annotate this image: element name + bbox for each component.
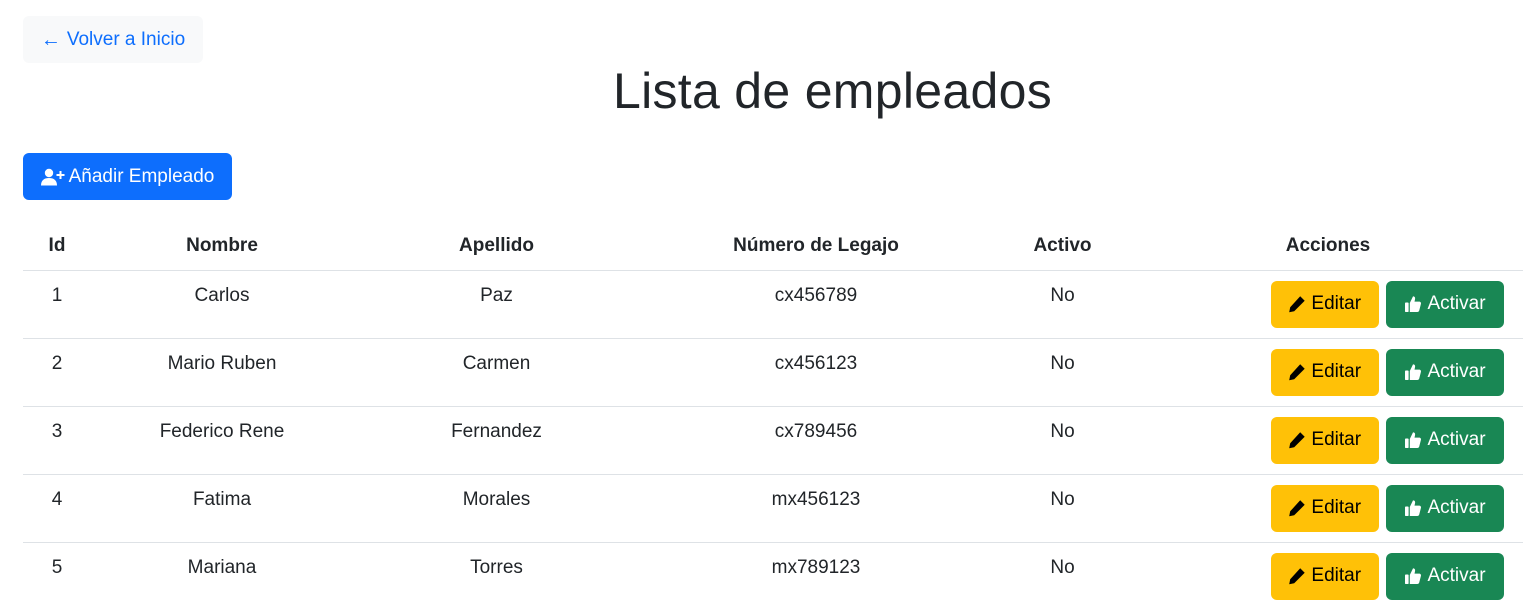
cell-legajo: mx789123	[771, 556, 861, 578]
cell-apellido: Paz	[353, 270, 640, 339]
edit-label: Editar	[1311, 429, 1362, 450]
cell-id: 5	[51, 556, 63, 578]
add-employee-label: Añadir Empleado	[68, 165, 215, 187]
activate-label: Activar	[1427, 497, 1486, 518]
edit-button[interactable]: Editar	[1270, 416, 1379, 464]
back-to-home-label: Volver a Inicio	[66, 28, 186, 50]
cell-apellido: Carmen	[353, 338, 640, 407]
edit-label: Editar	[1311, 497, 1362, 518]
activate-button[interactable]: Activar	[1386, 280, 1504, 328]
cell-acciones: Editar Activar	[1133, 338, 1523, 407]
pencil-icon	[1289, 500, 1306, 517]
edit-button[interactable]: Editar	[1270, 348, 1379, 396]
cell-nombre: Carlos	[91, 270, 353, 339]
edit-label: Editar	[1311, 361, 1362, 382]
cell-apellido: Morales	[353, 474, 640, 543]
header-activo: Activo	[992, 222, 1133, 271]
table-row: 5 Mariana Torres mx789123 No Editar Acti…	[23, 542, 1523, 610]
header-apellido: Apellido	[353, 222, 640, 271]
cell-activo: No	[992, 338, 1133, 407]
cell-apellido: Fernandez	[353, 406, 640, 475]
pencil-icon	[1289, 364, 1306, 381]
edit-label: Editar	[1311, 565, 1362, 586]
cell-acciones: Editar Activar	[1133, 270, 1523, 339]
cell-legajo: mx456123	[640, 474, 992, 543]
activate-button[interactable]: Activar	[1386, 348, 1504, 396]
page-title: Lista de empleados	[612, 63, 1053, 119]
cell-id: 1	[23, 270, 91, 339]
back-to-home-button[interactable]: ← Volver a Inicio	[23, 16, 203, 63]
thumbs-up-icon	[1405, 296, 1422, 312]
page: ← Volver a Inicio Lista de empleados Aña…	[0, 0, 1523, 610]
cell-nombre: Federico Rene	[91, 406, 353, 475]
cell-nombre: Mario Ruben	[91, 338, 353, 407]
add-employee-button[interactable]: Añadir Empleado	[23, 153, 232, 200]
activate-button[interactable]: Activar	[1386, 416, 1504, 464]
header-id: Id	[23, 222, 91, 271]
activate-label: Activar	[1427, 361, 1486, 382]
cell-id: 4	[23, 474, 91, 543]
header-legajo: Número de Legajo	[640, 222, 992, 271]
cell-legajo: cx456123	[640, 338, 992, 407]
edit-label: Editar	[1311, 293, 1362, 314]
activate-label: Activar	[1427, 565, 1486, 586]
thumbs-up-icon	[1405, 364, 1422, 380]
activate-label: Activar	[1427, 293, 1486, 314]
cell-nombre: Mariana	[187, 556, 257, 578]
table-row: 2 Mario Ruben Carmen cx456123 No Editar …	[23, 338, 1523, 407]
edit-button[interactable]: Editar	[1270, 552, 1379, 600]
thumbs-up-icon	[1405, 432, 1422, 448]
table-row: 3 Federico Rene Fernandez cx789456 No Ed…	[23, 406, 1523, 475]
table-row: 4 Fatima Morales mx456123 No Editar Acti…	[23, 474, 1523, 543]
table-row: 1 Carlos Paz cx456789 No Editar Activar	[23, 270, 1523, 339]
thumbs-up-icon	[1405, 500, 1422, 516]
header-nombre: Nombre	[91, 222, 353, 271]
cell-id: 2	[23, 338, 91, 407]
employees-table: Id Nombre Apellido Número de Legajo Acti…	[23, 222, 1523, 610]
cell-acciones: Editar Activar	[1133, 474, 1523, 543]
pencil-icon	[1289, 568, 1306, 585]
cell-activo: No	[992, 406, 1133, 475]
thumbs-up-icon	[1405, 568, 1422, 584]
cell-id: 3	[23, 406, 91, 475]
pencil-icon	[1289, 432, 1306, 449]
cell-acciones: Editar Activar	[1133, 406, 1523, 475]
edit-button[interactable]: Editar	[1270, 484, 1379, 532]
cell-nombre: Fatima	[91, 474, 353, 543]
table-header-row: Id Nombre Apellido Número de Legajo Acti…	[23, 222, 1523, 271]
cell-activo: No	[992, 474, 1133, 543]
activate-button[interactable]: Activar	[1386, 552, 1504, 600]
activate-label: Activar	[1427, 429, 1486, 450]
cell-legajo: cx789456	[640, 406, 992, 475]
activate-button[interactable]: Activar	[1386, 484, 1504, 532]
cell-acciones: Editar Activar	[1133, 542, 1523, 610]
cell-legajo: cx456789	[640, 270, 992, 339]
pencil-icon	[1289, 296, 1306, 313]
user-plus-icon	[40, 168, 65, 185]
cell-activo: No	[992, 270, 1133, 339]
arrow-left-icon: ←	[40, 28, 61, 51]
cell-activo: No	[1050, 556, 1075, 578]
cell-apellido: Torres	[470, 556, 523, 578]
header-acciones: Acciones	[1133, 222, 1523, 271]
edit-button[interactable]: Editar	[1270, 280, 1379, 328]
